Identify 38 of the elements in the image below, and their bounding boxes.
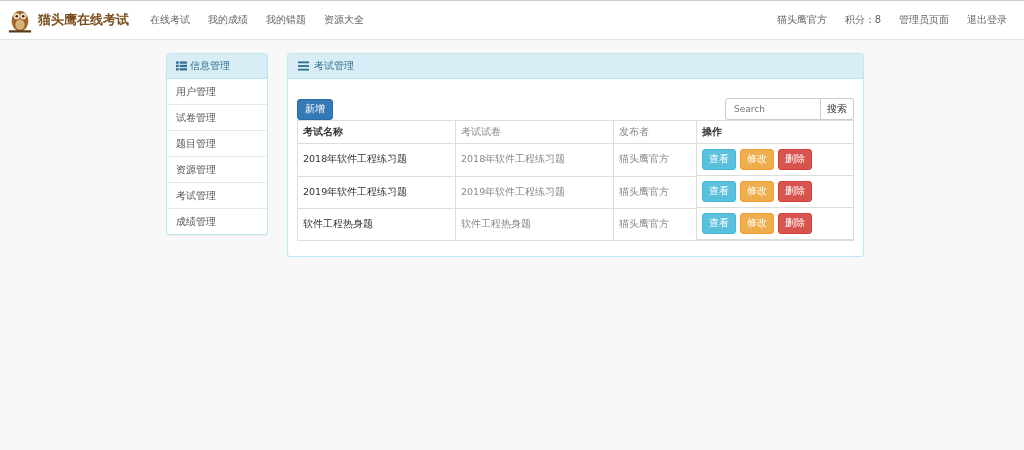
table-cell: 2019年软件工程练习题 (455, 176, 614, 208)
sidebar-item[interactable]: 考试管理 (167, 183, 267, 209)
menu-icon (298, 61, 309, 71)
table-cell: 猫头鹰官方 (613, 176, 697, 208)
action-button[interactable]: 删除 (778, 213, 812, 234)
sidebar-item[interactable]: 资源管理 (167, 157, 267, 183)
nav-link[interactable]: 退出登录 (958, 13, 1016, 27)
table-cell: 2018年软件工程练习题 (297, 143, 456, 176)
sidebar-item[interactable]: 试卷管理 (167, 105, 267, 131)
sidebar-item[interactable]: 用户管理 (167, 79, 267, 105)
search-field[interactable]: Search (725, 98, 821, 120)
nav-link[interactable]: 管理员页面 (890, 13, 958, 27)
column-header: 操作 (696, 120, 854, 144)
sidebar-item[interactable]: 题目管理 (167, 131, 267, 157)
column-header: 考试试卷 (455, 120, 614, 144)
column-header: 发布者 (613, 120, 697, 144)
nav-link[interactable]: 我的错题 (257, 13, 315, 27)
add-button[interactable]: 新增 (297, 98, 333, 120)
nav-link[interactable]: 我的成绩 (199, 13, 257, 27)
nav-link[interactable]: 猫头鹰官方 (767, 13, 836, 27)
table-cell: 猫头鹰官方 (613, 143, 697, 176)
table-cell: 软件工程热身题 (455, 208, 614, 241)
sidebar-item[interactable]: 成绩管理 (167, 209, 267, 234)
column-header: 考试名称 (297, 120, 456, 144)
table-cell: 2019年软件工程练习题 (297, 176, 456, 208)
panel-title: 考试管理 (314, 59, 354, 73)
nav-link[interactable]: 在线考试 (141, 13, 199, 27)
sidebar-title: 信息管理 (190, 59, 230, 73)
nav-link[interactable]: 积分：8 (835, 13, 890, 27)
table-cell: 2018年软件工程练习题 (455, 143, 614, 176)
action-button[interactable]: 删除 (778, 149, 812, 170)
search-button[interactable]: 搜索 (821, 98, 854, 120)
table-cell: 猫头鹰官方 (613, 208, 697, 241)
action-button[interactable]: 删除 (778, 181, 812, 202)
nav-link[interactable]: 资源大全 (315, 13, 373, 27)
list-icon (176, 61, 187, 71)
brand-link[interactable]: 猫头鹰在线考试 (38, 11, 129, 29)
table-cell: 软件工程热身题 (297, 208, 456, 241)
